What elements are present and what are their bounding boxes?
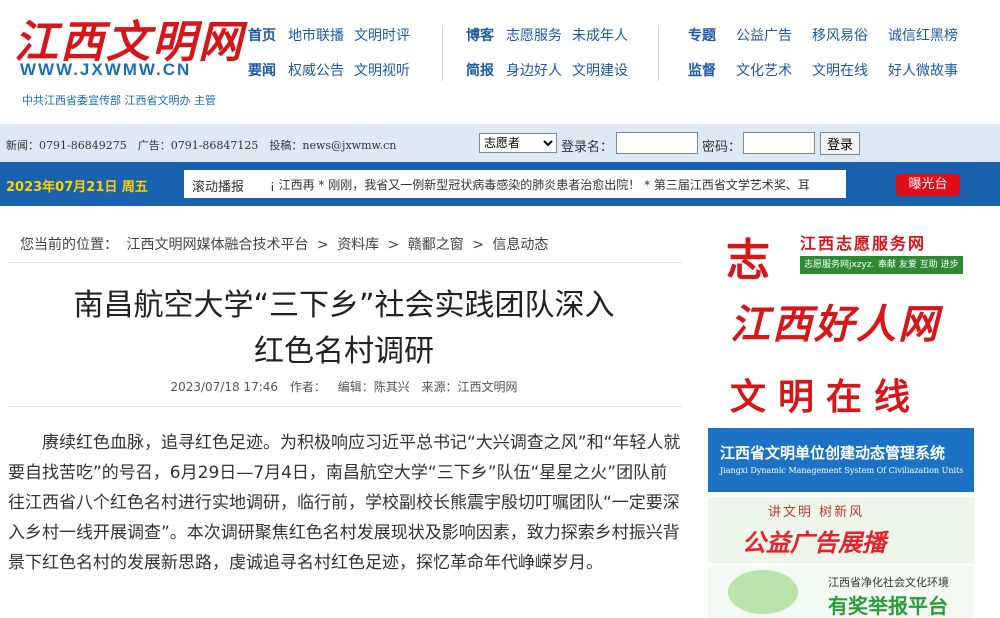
nav-row: 博客 志愿服务 未成年人	[466, 26, 638, 44]
article-meta: 2023/07/18 17:46 作者： 编辑：陈其兴 来源：江西文明网	[8, 378, 680, 395]
nav-divider	[658, 26, 659, 81]
report-banner[interactable]: 江西省净化社会文化环境 有奖举报平台	[708, 566, 974, 618]
nav-cat-brief[interactable]: 简报	[466, 60, 494, 80]
breadcrumb-item[interactable]: 资料库	[337, 237, 379, 253]
article-title-line: 红色名村调研	[254, 334, 434, 369]
article-title-line: 南昌航空大学“三下乡”社会实践团队深入	[73, 288, 615, 323]
nav-link[interactable]: 权威公告	[288, 60, 344, 80]
dynamic-system-subtitle: Jiangxi Dynamic Management System Of Civ…	[720, 466, 964, 475]
article-title: 南昌航空大学“三下乡”社会实践团队深入 红色名村调研	[8, 283, 680, 375]
ticker-label: 滚动播报	[192, 180, 245, 195]
nav-link[interactable]: 地市联播	[288, 25, 344, 45]
ticker-text[interactable]: ¡ 江西再 * 刚刚，我省又一例新型冠状病毒感染的肺炎患者治愈出院！ * 第三届…	[270, 176, 810, 193]
article-editor: 编辑：陈其兴	[337, 380, 410, 394]
article-author: 作者：	[289, 380, 326, 394]
divider	[8, 406, 682, 407]
breadcrumb: 您当前的位置： 江西文明网媒体融合技术平台 > 资料库 > 赣鄱之窗 > 信息动…	[20, 234, 552, 254]
login-button[interactable]: 登录	[820, 132, 860, 155]
nav-row: 要闻 权威公告 文明视听	[248, 61, 420, 79]
login-name-label: 登录名：	[561, 140, 614, 155]
expose-button[interactable]: 曝光台	[896, 174, 960, 196]
breadcrumb-item[interactable]: 赣鄱之窗	[408, 237, 464, 253]
nav-cat-blog[interactable]: 博客	[466, 25, 494, 45]
nav-group-3: 专题 公益广告 移风易俗 诚信红黑榜 监督 文化艺术 文明在线 好人微故事	[688, 26, 968, 96]
nav-link[interactable]: 诚信红黑榜	[888, 25, 958, 45]
dynamic-system-title: 江西省文明单位创建动态管理系统	[720, 444, 946, 462]
nav-row: 专题 公益广告 移风易俗 诚信红黑榜	[688, 26, 968, 44]
nav-link[interactable]: 身边好人	[506, 60, 562, 80]
public-ad-slogan: 讲文明 树新风	[768, 505, 865, 520]
site-logo-url[interactable]: WWW.JXWMW.CN	[20, 60, 191, 80]
login-name-input[interactable]	[616, 132, 698, 154]
volunteer-tags: 奉献 友爱 互助 进步	[874, 256, 963, 274]
nav-row: 监督 文化艺术 文明在线 好人微故事	[688, 61, 968, 79]
nav-link[interactable]: 移风易俗	[812, 25, 868, 45]
civil-online-banner[interactable]: 文明在线	[708, 362, 974, 424]
divider	[8, 262, 682, 263]
nav-link[interactable]: 公益广告	[736, 25, 792, 45]
nav-cat-home[interactable]: 首页	[248, 25, 276, 45]
site-header: 江西文明网 WWW.JXWMW.CN 中共江西省委宣传部 江西省文明办 主管 首…	[0, 0, 1000, 124]
nav-cat-news[interactable]: 要闻	[248, 60, 276, 80]
article-date: 2023/07/18 17:46	[170, 380, 279, 394]
role-select[interactable]: 志愿者	[479, 133, 557, 153]
nav-link[interactable]: 志愿服务	[506, 25, 562, 45]
contact-info: 新闻：0791-86849275 广告：0791-86847125 投稿：new…	[6, 139, 397, 152]
news-ticker: 滚动播报 ¡ 江西再 * 刚刚，我省又一例新型冠状病毒感染的肺炎患者治愈出院！ …	[184, 170, 846, 198]
login-bar: 新闻：0791-86849275 广告：0791-86847125 投稿：new…	[0, 124, 1000, 162]
dynamic-system-banner[interactable]: 江西省文明单位创建动态管理系统 Jiangxi Dynamic Manageme…	[708, 428, 974, 492]
public-ad-banner[interactable]: 讲文明 树新风 公益广告展播	[708, 497, 974, 563]
nav-link[interactable]: 文明建设	[572, 60, 628, 80]
nav-group-2: 博客 志愿服务 未成年人 简报 身边好人 文明建设	[466, 26, 638, 96]
report-title: 有奖举报平台	[828, 594, 948, 618]
good-people-title: 江西好人网	[730, 301, 940, 348]
nav-link[interactable]: 好人微故事	[888, 60, 958, 80]
good-people-banner[interactable]: 江西好人网	[708, 292, 974, 358]
password-input[interactable]	[743, 132, 815, 154]
public-ad-title: 公益广告展播	[742, 529, 886, 557]
current-date: 2023年07月21日 周五	[6, 180, 148, 195]
report-subtitle: 江西省净化社会文化环境	[828, 576, 949, 589]
breadcrumb-separator: >	[472, 237, 484, 253]
nav-divider	[442, 26, 443, 81]
breadcrumb-prefix: 您当前的位置：	[20, 237, 118, 253]
nav-cat-topic[interactable]: 专题	[688, 25, 716, 45]
breadcrumb-item[interactable]: 江西文明网媒体融合技术平台	[126, 237, 308, 253]
site-logo-subtitle: 中共江西省委宣传部 江西省文明办 主管	[22, 94, 216, 107]
breadcrumb-item[interactable]: 信息动态	[492, 237, 548, 253]
nav-cat-supervise[interactable]: 监督	[688, 60, 716, 80]
nav-group-1: 首页 地市联播 文明时评 要闻 权威公告 文明视听	[248, 26, 420, 96]
civil-online-title: 文明在线	[730, 377, 923, 418]
article-source: 来源：江西文明网	[421, 380, 518, 394]
nav-row: 首页 地市联播 文明时评	[248, 26, 420, 44]
globe-illustration	[728, 570, 798, 614]
article-body: 赓续红色血脉，追寻红色足迹。为积极响应习近平总书记“大兴调查之风”和“年轻人就要…	[8, 433, 681, 573]
breadcrumb-separator: >	[387, 237, 400, 253]
nav-link[interactable]: 文明在线	[812, 60, 868, 80]
nav-link[interactable]: 文明时评	[354, 25, 410, 45]
breadcrumb-separator: >	[316, 237, 329, 253]
nav-link[interactable]: 文化艺术	[736, 60, 792, 80]
nav-row: 简报 身边好人 文明建设	[466, 61, 638, 79]
date-bar: 2023年07月21日 周五 滚动播报 ¡ 江西再 * 刚刚，我省又一例新型冠状…	[0, 162, 1000, 206]
volunteer-title: 江西志愿服务网	[800, 234, 927, 253]
volunteer-banner[interactable]: 志 江西志愿服务网 志愿服务网jxzyz.cn 奉献 友爱 互助 进步	[708, 218, 974, 284]
volunteer-logo: 志	[726, 235, 770, 284]
nav-link[interactable]: 文明视听	[354, 60, 410, 80]
password-label: 密码：	[702, 140, 742, 155]
nav-link[interactable]: 未成年人	[572, 25, 628, 45]
